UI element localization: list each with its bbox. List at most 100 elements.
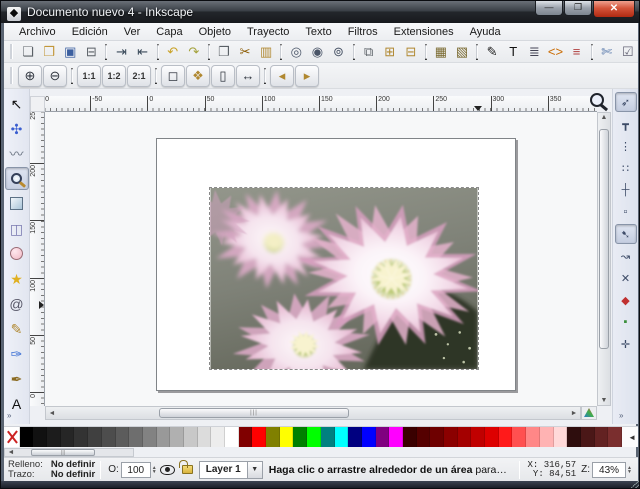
snapbar-overflow-button[interactable]: » (619, 411, 622, 420)
ungroup-objects-button[interactable]: ▧ (452, 42, 472, 62)
horizontal-scroll-thumb[interactable]: ||| (159, 408, 349, 418)
calligraphy-tool[interactable]: ✒ (5, 367, 29, 390)
palette-swatch[interactable] (554, 427, 568, 447)
copy-button[interactable]: ❐ (214, 42, 234, 62)
pen-tool[interactable]: ✑ (5, 342, 29, 365)
resize-grip[interactable] (630, 479, 640, 489)
redo-button[interactable]: ↷ (184, 42, 204, 62)
scroll-up-arrow-icon[interactable]: ▲ (598, 114, 610, 121)
menu-item[interactable]: Objeto (192, 25, 238, 39)
palette-swatch[interactable] (567, 427, 581, 447)
scroll-down-arrow-icon[interactable]: ▼ (598, 397, 610, 404)
cut-button[interactable]: ✂ (235, 42, 255, 62)
palette-swatch[interactable] (471, 427, 485, 447)
palette-swatch[interactable] (47, 427, 61, 447)
palette-swatch[interactable] (335, 427, 349, 447)
ellipse-tool[interactable] (5, 242, 29, 265)
palette-scroll-left-icon[interactable]: ◄ (5, 449, 17, 456)
cactus-flowers-image[interactable] (209, 187, 479, 370)
menu-item[interactable]: Archivo (12, 25, 63, 39)
zoom-out-button[interactable]: ⊖ (43, 65, 67, 87)
layer-lock-icon[interactable] (182, 465, 193, 474)
vertical-ruler[interactable]: 250200150100500 (30, 112, 45, 406)
palette-swatch[interactable] (129, 427, 143, 447)
opacity-spinner[interactable]: 100 ▲▼ (121, 462, 157, 478)
zoom-selection-button[interactable]: ◻ (161, 65, 185, 87)
minimize-button[interactable]: — (535, 1, 563, 16)
duplicate-button[interactable]: ⧉ (359, 42, 379, 62)
palette-swatch[interactable] (33, 427, 47, 447)
opacity-value[interactable]: 100 (121, 462, 151, 478)
palette-swatch[interactable] (184, 427, 198, 447)
zoom-page-button[interactable]: ▯ (211, 65, 235, 87)
rectangle-tool[interactable] (5, 192, 29, 215)
palette-swatch[interactable] (307, 427, 321, 447)
palette-swatch[interactable] (499, 427, 513, 447)
create-clone-button[interactable]: ⊞ (380, 42, 400, 62)
zoom-1-2-button[interactable]: 1:2 (102, 65, 126, 87)
palette-swatch[interactable] (348, 427, 362, 447)
zoom-2-1-button[interactable]: 2:1 (127, 65, 151, 87)
maximize-button[interactable]: ❐ (564, 1, 592, 16)
import-button[interactable]: ⇥ (111, 42, 131, 62)
snap-nodes-toggle[interactable]: ➷ (615, 224, 637, 244)
palette-swatch[interactable] (540, 427, 554, 447)
palette-swatch[interactable] (403, 427, 417, 447)
palette-swatch[interactable] (266, 427, 280, 447)
palette-swatch[interactable] (485, 427, 499, 447)
palette-swatch[interactable] (102, 427, 116, 447)
enable-snapping-toggle[interactable]: ➶ (615, 92, 637, 112)
horizontal-scrollbar[interactable]: ◄ ||| ► (45, 406, 581, 420)
palette-swatch[interactable] (170, 427, 184, 447)
palette-scroll-thumb[interactable]: ||| (31, 449, 95, 456)
separator[interactable] (157, 44, 159, 60)
unlink-clone-button[interactable]: ⊟ (401, 42, 421, 62)
snap-edge-midpoints-toggle[interactable]: ┼ (615, 180, 637, 200)
preferences-button[interactable]: ✄ (597, 42, 617, 62)
zoom-1-1-button[interactable]: 1:1 (77, 65, 101, 87)
menu-item[interactable]: Edición (65, 25, 115, 39)
spiral-tool[interactable]: @ (5, 292, 29, 315)
separator[interactable] (476, 44, 478, 60)
zoom-spinner[interactable]: 43% ▲▼ (592, 462, 632, 478)
palette-swatch[interactable] (239, 427, 253, 447)
snap-bbox-corners-toggle[interactable]: ∷ (615, 158, 637, 178)
horizontal-ruler[interactable]: -100-50050100150200250300350 (45, 96, 597, 112)
palette-swatch[interactable] (362, 427, 376, 447)
selector-tool[interactable]: ↖ (5, 92, 29, 115)
zoom-tool[interactable] (5, 167, 29, 190)
palette-swatch[interactable] (280, 427, 294, 447)
palette-swatch[interactable] (417, 427, 431, 447)
menu-item[interactable]: Texto (298, 25, 338, 39)
zoom-page-width-button[interactable]: ↔ (236, 65, 260, 87)
palette-swatch[interactable] (526, 427, 540, 447)
save-document-button[interactable]: ▣ (60, 42, 80, 62)
separator[interactable] (155, 68, 157, 84)
layer-selector[interactable]: Layer 1 ▼ (199, 461, 263, 479)
layer-visibility-eye-icon[interactable] (160, 465, 175, 475)
node-editor-tool[interactable]: ✣ (5, 117, 29, 140)
fill-stroke-button[interactable]: ✎ (482, 42, 502, 62)
palette-swatch[interactable] (252, 427, 266, 447)
palette-swatch[interactable] (211, 427, 225, 447)
separator[interactable] (264, 68, 266, 84)
separator[interactable] (425, 44, 427, 60)
snap-bbox-edges-toggle[interactable]: ⋮ (615, 136, 637, 156)
snap-smooth-nodes-toggle[interactable]: ▪ (615, 312, 637, 332)
menu-item[interactable]: Extensiones (387, 25, 461, 39)
paste-button[interactable]: ▥ (256, 42, 276, 62)
palette-swatch[interactable] (376, 427, 390, 447)
separator[interactable] (591, 44, 593, 60)
zoom-drawing-button[interactable]: ❖ (186, 65, 210, 87)
palette-swatch[interactable] (458, 427, 472, 447)
zoom-previous-button[interactable]: ◂ (270, 65, 294, 87)
palette-swatch[interactable] (116, 427, 130, 447)
menu-item[interactable]: Capa (149, 25, 189, 39)
close-button[interactable]: ✕ (593, 1, 635, 18)
menu-item[interactable]: Ayuda (463, 25, 508, 39)
toolbox-overflow-button[interactable]: » (7, 411, 10, 420)
zoom-in-button[interactable]: ⊕ (18, 65, 42, 87)
open-document-button[interactable]: ❒ (39, 42, 59, 62)
menu-item[interactable]: Trayecto (240, 25, 296, 39)
snap-bounding-box-toggle[interactable]: ┳ (615, 114, 637, 134)
